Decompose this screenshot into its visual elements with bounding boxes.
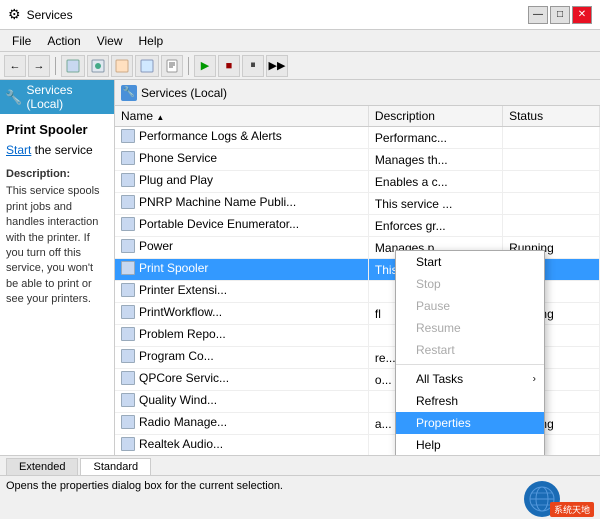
cell-name: PNRP Machine Name Publi...	[115, 193, 368, 215]
cell-status	[503, 149, 600, 171]
left-panel-title: Services (Local)	[26, 83, 109, 111]
right-panel: 🔧 Services (Local) Name ▲ Description St…	[115, 80, 600, 455]
menu-action[interactable]: Action	[39, 32, 88, 50]
cell-name: Power	[115, 237, 368, 259]
toolbar-btn-5[interactable]	[161, 55, 183, 77]
cell-desc: Manages th...	[368, 149, 502, 171]
menu-view[interactable]: View	[89, 32, 131, 50]
menu-help[interactable]: Help	[131, 32, 172, 50]
table-row[interactable]: Portable Device Enumerator...Enforces gr…	[115, 215, 600, 237]
ctx-stop[interactable]: Stop	[396, 273, 544, 295]
tab-standard[interactable]: Standard	[80, 458, 151, 475]
ctx-refresh[interactable]: Refresh	[396, 390, 544, 412]
ctx-properties[interactable]: Properties	[396, 412, 544, 434]
cell-status	[503, 215, 600, 237]
status-bar: Opens the properties dialog box for the …	[0, 475, 600, 495]
service-link-suffix: the service	[31, 143, 92, 157]
menu-file[interactable]: File	[4, 32, 39, 50]
toolbar-sep-2	[188, 57, 189, 75]
cell-name: Portable Device Enumerator...	[115, 215, 368, 237]
ctx-pause[interactable]: Pause	[396, 295, 544, 317]
play-button[interactable]: ▶	[194, 55, 216, 77]
stop-button[interactable]: ■	[218, 55, 240, 77]
table-row[interactable]: Plug and PlayEnables a c...	[115, 171, 600, 193]
cell-name: Quality Wind...	[115, 391, 368, 413]
toolbar-sep-1	[55, 57, 56, 75]
table-row[interactable]: Performance Logs & AlertsPerformanc...	[115, 127, 600, 149]
table-row[interactable]: Phone ServiceManages th...	[115, 149, 600, 171]
main-area: 🔧 Services (Local) Print Spooler Start t…	[0, 80, 600, 455]
service-start-link[interactable]: Start	[6, 143, 31, 157]
back-button[interactable]: ←	[4, 55, 26, 77]
col-header-status[interactable]: Status	[503, 106, 600, 127]
toolbar-btn-3[interactable]	[111, 55, 133, 77]
menu-bar: File Action View Help	[0, 30, 600, 52]
address-text: Services (Local)	[141, 86, 227, 100]
address-icon: 🔧	[121, 85, 137, 101]
cell-name: Performance Logs & Alerts	[115, 127, 368, 149]
cell-name: Problem Repo...	[115, 325, 368, 347]
forward-button[interactable]: →	[28, 55, 50, 77]
table-row[interactable]: PNRP Machine Name Publi...This service .…	[115, 193, 600, 215]
all-tasks-arrow: ›	[533, 374, 536, 385]
status-text: Opens the properties dialog box for the …	[6, 480, 283, 492]
col-header-name[interactable]: Name ▲	[115, 106, 368, 127]
cell-desc: Performanc...	[368, 127, 502, 149]
toolbar: ← → ▶ ■ ⏸ ▶▶	[0, 52, 600, 80]
cell-status	[503, 193, 600, 215]
toolbar-btn-4[interactable]	[135, 55, 159, 77]
left-panel-header: 🔧 Services (Local)	[0, 80, 114, 114]
close-button[interactable]: ✕	[572, 6, 592, 24]
cell-name: Plug and Play	[115, 171, 368, 193]
show-local-users-button[interactable]	[61, 55, 85, 77]
pause-button[interactable]: ⏸	[242, 55, 264, 77]
tab-extended[interactable]: Extended	[6, 458, 78, 475]
tabs-bar: Extended Standard	[0, 455, 600, 475]
ctx-all-tasks[interactable]: All Tasks ›	[396, 368, 544, 390]
maximize-button[interactable]: □	[550, 6, 570, 24]
title-bar: ⚙ Services — □ ✕	[0, 0, 600, 30]
ctx-resume[interactable]: Resume	[396, 317, 544, 339]
ctx-separator-1	[396, 364, 544, 365]
minimize-button[interactable]: —	[528, 6, 548, 24]
service-description: Description: This service spools print j…	[6, 167, 108, 308]
sort-icon: ▲	[156, 113, 164, 122]
cell-name: Phone Service	[115, 149, 368, 171]
cell-name: Radio Manage...	[115, 413, 368, 435]
ctx-restart[interactable]: Restart	[396, 339, 544, 361]
context-menu: Start Stop Pause Resume Restart All Task…	[395, 250, 545, 455]
cell-name: Print Spooler	[115, 259, 368, 281]
cell-desc: Enables a c...	[368, 171, 502, 193]
service-action: Start the service	[6, 143, 108, 157]
ctx-help[interactable]: Help	[396, 434, 544, 455]
desc-text: This service spools print jobs and handl…	[6, 184, 108, 307]
cell-status	[503, 127, 600, 149]
cell-name: Program Co...	[115, 347, 368, 369]
cell-status	[503, 171, 600, 193]
restart-button[interactable]: ▶▶	[266, 55, 288, 77]
window-controls[interactable]: — □ ✕	[528, 6, 592, 24]
ctx-start[interactable]: Start	[396, 251, 544, 273]
left-panel: 🔧 Services (Local) Print Spooler Start t…	[0, 80, 115, 455]
logo-badge: 系统天地	[550, 502, 594, 517]
cell-desc: Enforces gr...	[368, 215, 502, 237]
window-title: Services	[27, 8, 73, 22]
title-bar-left: ⚙ Services	[8, 6, 73, 23]
cell-name: PrintWorkflow...	[115, 303, 368, 325]
col-header-desc[interactable]: Description	[368, 106, 502, 127]
cell-name: Printer Extensi...	[115, 281, 368, 303]
service-name: Print Spooler	[6, 122, 108, 137]
cell-desc: This service ...	[368, 193, 502, 215]
toolbar-btn-2[interactable]	[87, 55, 109, 77]
cell-name: Realtek Audio...	[115, 435, 368, 456]
address-bar: 🔧 Services (Local)	[115, 80, 600, 106]
desc-title: Description:	[6, 167, 108, 182]
cell-name: QPCore Servic...	[115, 369, 368, 391]
